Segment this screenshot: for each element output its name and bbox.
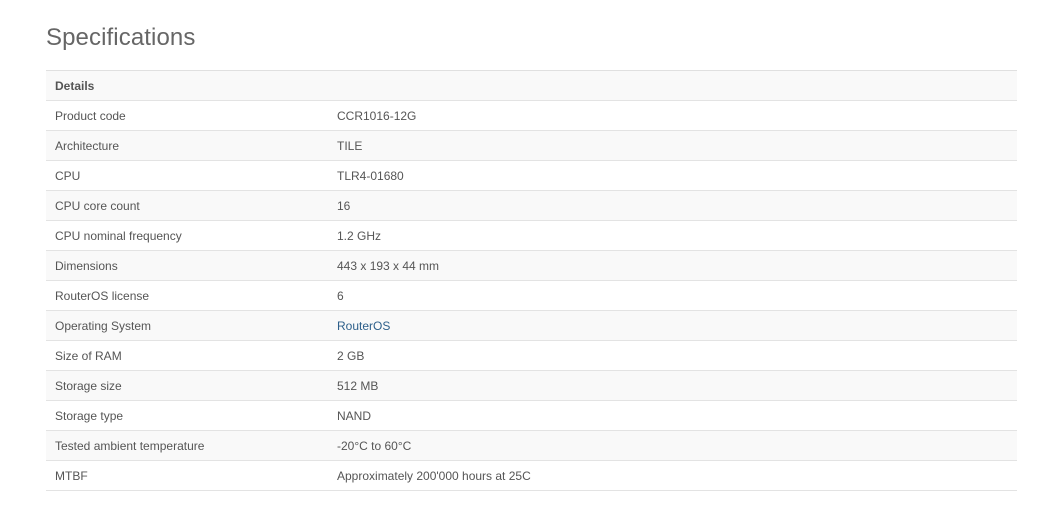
spec-value: TLR4-01680	[328, 160, 1017, 191]
details-header: Details	[46, 70, 1017, 101]
table-row: Tested ambient temperature -20°C to 60°C	[46, 430, 1017, 461]
spec-value: 16	[328, 190, 1017, 221]
spec-value: Approximately 200'000 hours at 25C	[328, 460, 1017, 491]
spec-label: RouterOS license	[46, 280, 328, 311]
spec-value: 512 MB	[328, 370, 1017, 401]
table-row: Storage type NAND	[46, 400, 1017, 431]
spec-label: Tested ambient temperature	[46, 430, 328, 461]
specifications-body: Product code CCR1016-12G Architecture TILE C…	[46, 100, 1017, 491]
spec-value: 6	[328, 280, 1017, 311]
spec-label: Operating System	[46, 310, 328, 341]
spec-value: -20°C to 60°C	[328, 430, 1017, 461]
spec-value: 2 GB	[328, 340, 1017, 371]
spec-value: 1.2 GHz	[328, 220, 1017, 251]
spec-label: Dimensions	[46, 250, 328, 281]
table-row: CPU nominal frequency 1.2 GHz	[46, 220, 1017, 251]
table-header-row: Details	[46, 70, 1017, 101]
spec-value: NAND	[328, 400, 1017, 431]
spec-label: CPU	[46, 160, 328, 191]
table-row: Dimensions 443 x 193 x 44 mm	[46, 250, 1017, 281]
spec-label: Storage size	[46, 370, 328, 401]
table-row: Storage size 512 MB	[46, 370, 1017, 401]
spec-label: Size of RAM	[46, 340, 328, 371]
spec-value-cell: RouterOS	[328, 310, 1017, 341]
spec-label: MTBF	[46, 460, 328, 491]
spec-label: Architecture	[46, 130, 328, 161]
table-row: MTBF Approximately 200'000 hours at 25C	[46, 460, 1017, 491]
spec-label: CPU nominal frequency	[46, 220, 328, 251]
table-row: CPU core count 16	[46, 190, 1017, 221]
table-row: Architecture TILE	[46, 130, 1017, 161]
table-row: Operating System RouterOS	[46, 310, 1017, 341]
spec-label: CPU core count	[46, 190, 328, 221]
table-row: Product code CCR1016-12G	[46, 100, 1017, 131]
spec-value: CCR1016-12G	[328, 100, 1017, 131]
page-title: Specifications	[46, 24, 196, 51]
spec-value: 443 x 193 x 44 mm	[328, 250, 1017, 281]
spec-value: TILE	[328, 130, 1017, 161]
table-row: RouterOS license 6	[46, 280, 1017, 311]
table-row: CPU TLR4-01680	[46, 160, 1017, 191]
spec-label: Storage type	[46, 400, 328, 431]
table-row: Size of RAM 2 GB	[46, 340, 1017, 371]
specifications-table: Details Product code CCR1016-12G Architect…	[46, 70, 1017, 491]
spec-value-link[interactable]: RouterOS	[337, 319, 390, 333]
spec-label: Product code	[46, 100, 328, 131]
